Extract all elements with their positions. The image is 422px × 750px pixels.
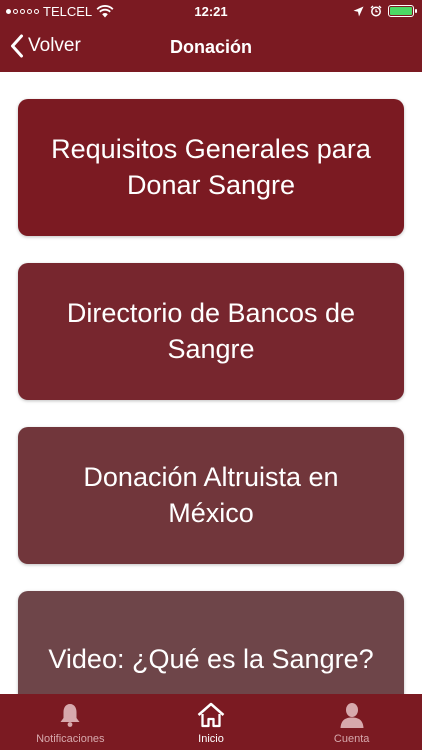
card-requisitos[interactable]: Requisitos Generales para Donar Sangre [18, 99, 404, 236]
card-label: Donación Altruista en México [83, 461, 339, 528]
menu-list: Requisitos Generales para Donar Sangre D… [0, 72, 422, 694]
card-label: Video: ¿Qué es la Sangre? [48, 643, 374, 674]
home-icon [197, 702, 225, 728]
status-right [353, 5, 417, 17]
location-icon [353, 6, 364, 16]
tab-bar: Notificaciones Inicio Cuenta [0, 694, 422, 750]
card-label: Requisitos Generales para Donar Sangre [51, 133, 371, 200]
status-bar: TELCEL 12:21 [0, 0, 422, 24]
header: TELCEL 12:21 Volver Donación [0, 0, 422, 72]
card-label: Directorio de Bancos de Sangre [66, 297, 356, 364]
page-title: Donación [169, 37, 252, 57]
card-donacion-altruista[interactable]: Donación Altruista en México [18, 427, 404, 564]
card-directorio[interactable]: Directorio de Bancos de Sangre [18, 263, 404, 400]
alarm-icon [370, 5, 382, 17]
bell-icon [60, 704, 80, 727]
tab-label: Inicio [198, 733, 224, 745]
card-video-sangre[interactable]: Video: ¿Qué es la Sangre? [18, 591, 404, 694]
tab-label: Cuenta [333, 733, 370, 745]
user-icon [340, 703, 364, 728]
tab-cuenta[interactable]: Cuenta [282, 694, 422, 750]
navigation-bar: Volver Donación [0, 24, 422, 72]
battery-icon [388, 5, 417, 17]
tab-inicio[interactable]: Inicio [141, 694, 281, 750]
tab-notificaciones[interactable]: Notificaciones [0, 694, 140, 750]
tab-label: Notificaciones [36, 733, 105, 745]
